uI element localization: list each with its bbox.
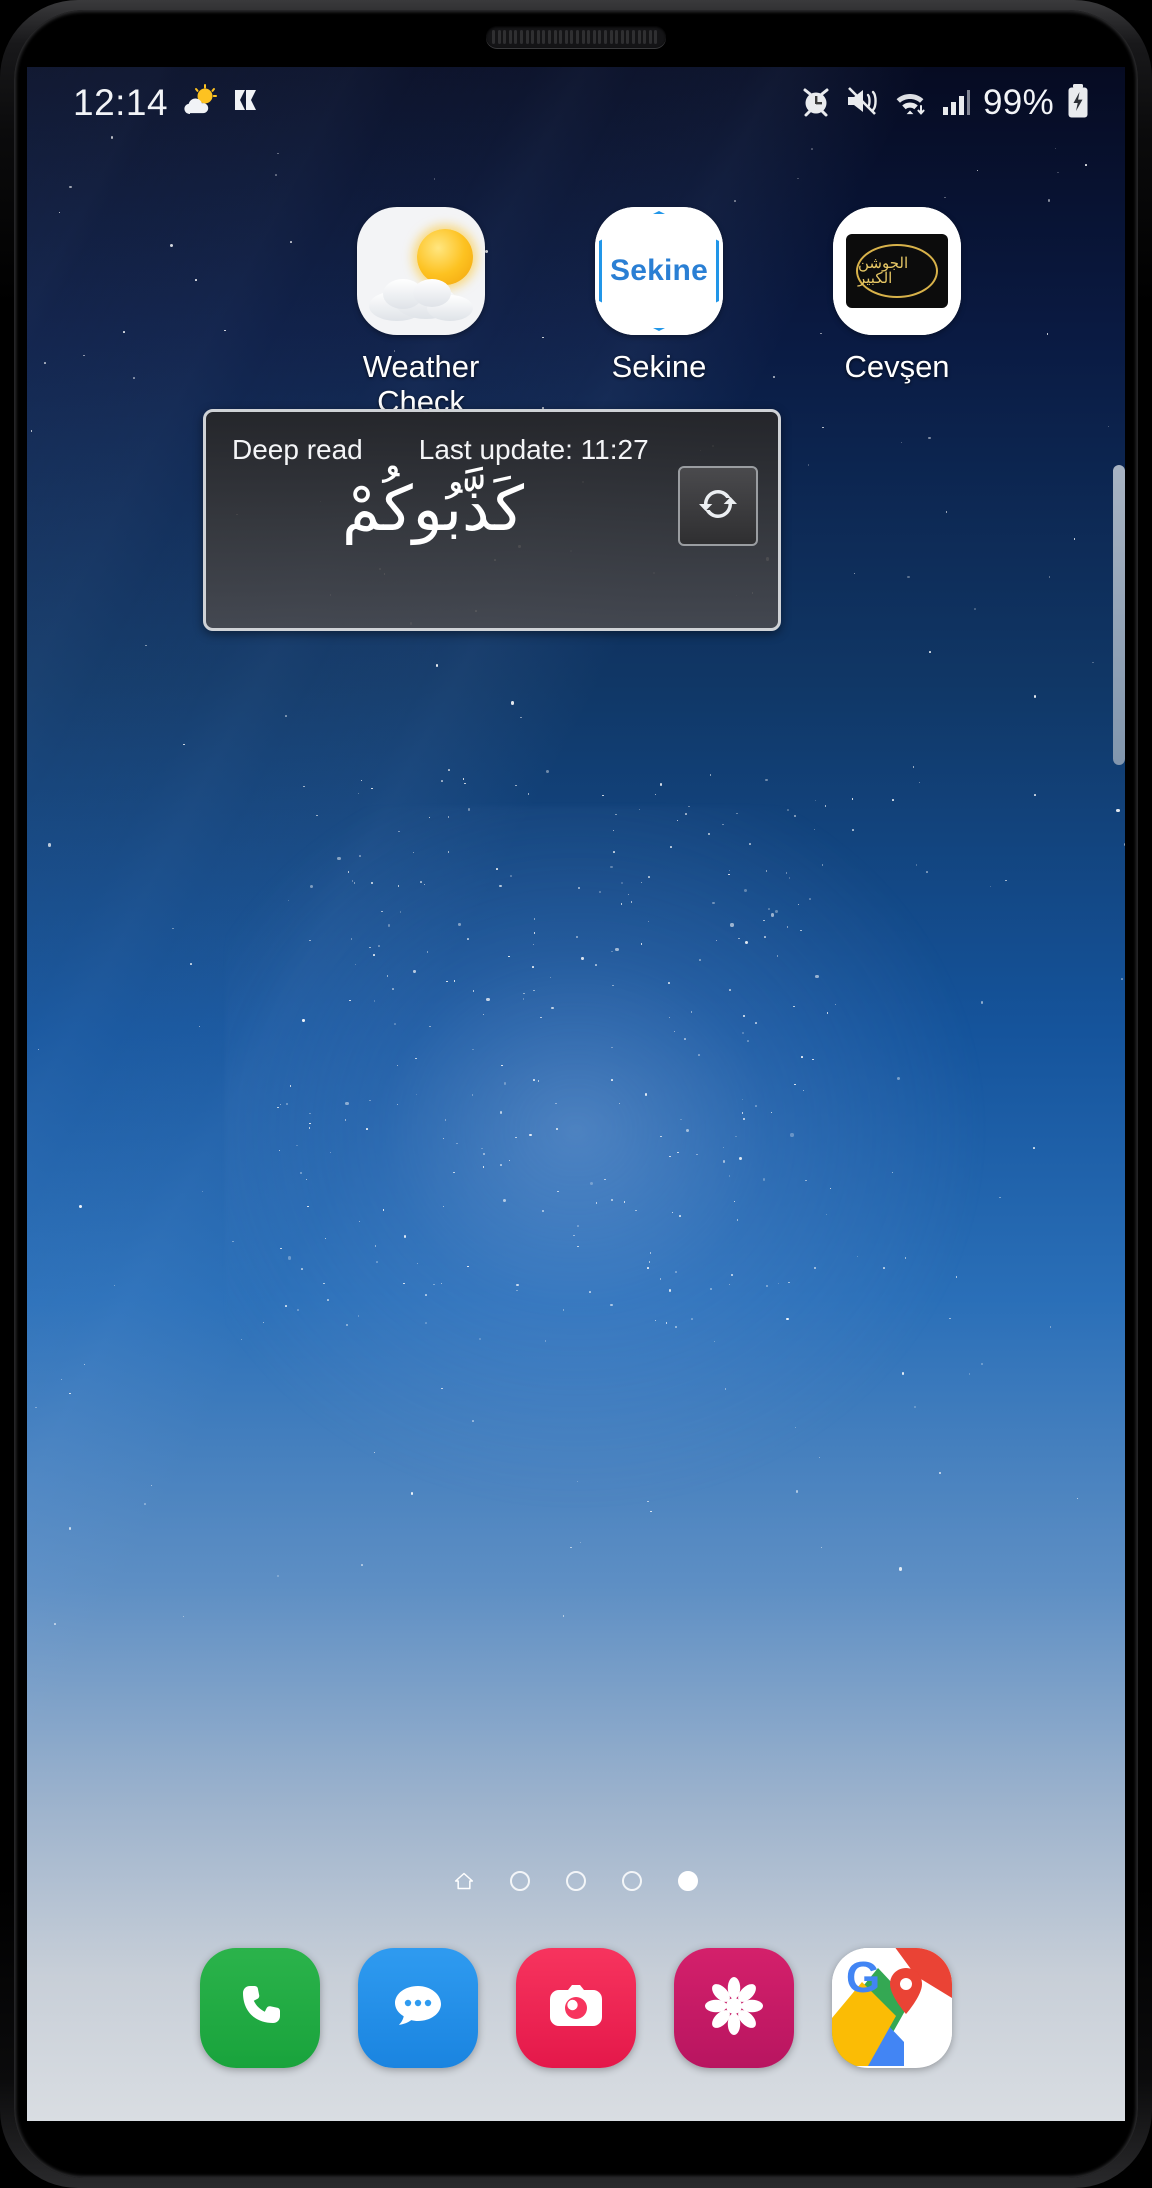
message-bubble-icon (386, 1976, 450, 2041)
widget-refresh-button[interactable] (678, 466, 758, 546)
status-bar-left: 12:14 (73, 82, 260, 124)
dock-item-maps[interactable]: G (832, 1948, 952, 2068)
phone-chin (0, 2122, 1152, 2188)
partly-cloudy-icon (182, 83, 218, 123)
earpiece-speaker (486, 26, 666, 48)
gallery-flower-icon (703, 1975, 765, 2042)
cloud-icon (369, 273, 473, 321)
check-mark-icon (232, 84, 260, 123)
sekine-app-icon[interactable]: Sekine (595, 207, 723, 335)
wifi-icon (891, 84, 929, 123)
deep-read-widget[interactable]: Deep read Last update: 11:27 كَذَّبُوكُم… (203, 409, 781, 631)
phone-screen: 12:14 99% Weather Check Sekine Sekine ال… (27, 67, 1125, 2121)
page-indicator (27, 1871, 1125, 1891)
alarm-clock-icon (799, 84, 833, 123)
app-label-cevsen: Cevşen (844, 349, 950, 384)
widget-arabic-text: كَذَّبُوكُمْ (341, 472, 525, 545)
app-label-sekine: Sekine (611, 349, 707, 384)
phone-icon (230, 1976, 290, 2041)
dock: G (27, 1933, 1125, 2083)
google-maps-icon: G (832, 1948, 952, 2068)
status-bar: 12:14 99% (27, 67, 1125, 139)
app-grid: Weather Check Sekine Sekine الجوشن الكبي… (27, 207, 1125, 420)
cevsen-plate: الجوشن الكبير (846, 234, 948, 308)
widget-last-update: Last update: 11:27 (418, 434, 649, 465)
sekine-tile-art: Sekine (595, 207, 723, 335)
volume-muted-icon (844, 84, 880, 123)
widget-title: Deep read (232, 434, 363, 465)
signal-bars-icon (940, 84, 972, 123)
page-dot-3[interactable] (622, 1871, 642, 1891)
status-bar-right: 99% (799, 83, 1091, 124)
page-dot-home[interactable] (454, 1871, 474, 1891)
page-edge-scroll-indicator[interactable] (1113, 465, 1125, 765)
widget-header: Deep read Last update: 11:27 (232, 434, 754, 466)
widget-body: كَذَّبُوكُمْ (232, 466, 758, 584)
dock-item-camera[interactable] (516, 1948, 636, 2068)
cevsen-tile-text: الجوشن الكبير (856, 244, 938, 298)
cevsen-app-icon[interactable]: الجوشن الكبير (833, 207, 961, 335)
app-cevsen[interactable]: الجوشن الكبير Cevşen (811, 207, 983, 420)
app-sekine[interactable]: Sekine Sekine (573, 207, 745, 420)
svg-text:G: G (846, 1953, 880, 2002)
phone-device: 12:14 99% Weather Check Sekine Sekine ال… (0, 0, 1152, 2188)
page-dot-2[interactable] (566, 1871, 586, 1891)
app-grid-row: Weather Check Sekine Sekine الجوشن الكبي… (27, 207, 1125, 420)
status-bar-clock: 12:14 (73, 82, 169, 123)
dock-item-messages[interactable] (358, 1948, 478, 2068)
camera-icon (544, 1978, 608, 2039)
battery-percent-label: 99% (983, 83, 1054, 122)
page-dot-4-active[interactable] (678, 1871, 698, 1891)
dock-item-gallery[interactable] (674, 1948, 794, 2068)
dock-item-phone[interactable] (200, 1948, 320, 2068)
battery-charging-icon (1065, 83, 1091, 124)
refresh-icon (694, 480, 742, 533)
cevsen-tile-art: الجوشن الكبير (833, 207, 961, 335)
sekine-tile-text: Sekine (610, 254, 708, 287)
page-dot-1[interactable] (510, 1871, 530, 1891)
app-weather-check[interactable]: Weather Check (335, 207, 507, 420)
weather-check-app-icon[interactable] (357, 207, 485, 335)
